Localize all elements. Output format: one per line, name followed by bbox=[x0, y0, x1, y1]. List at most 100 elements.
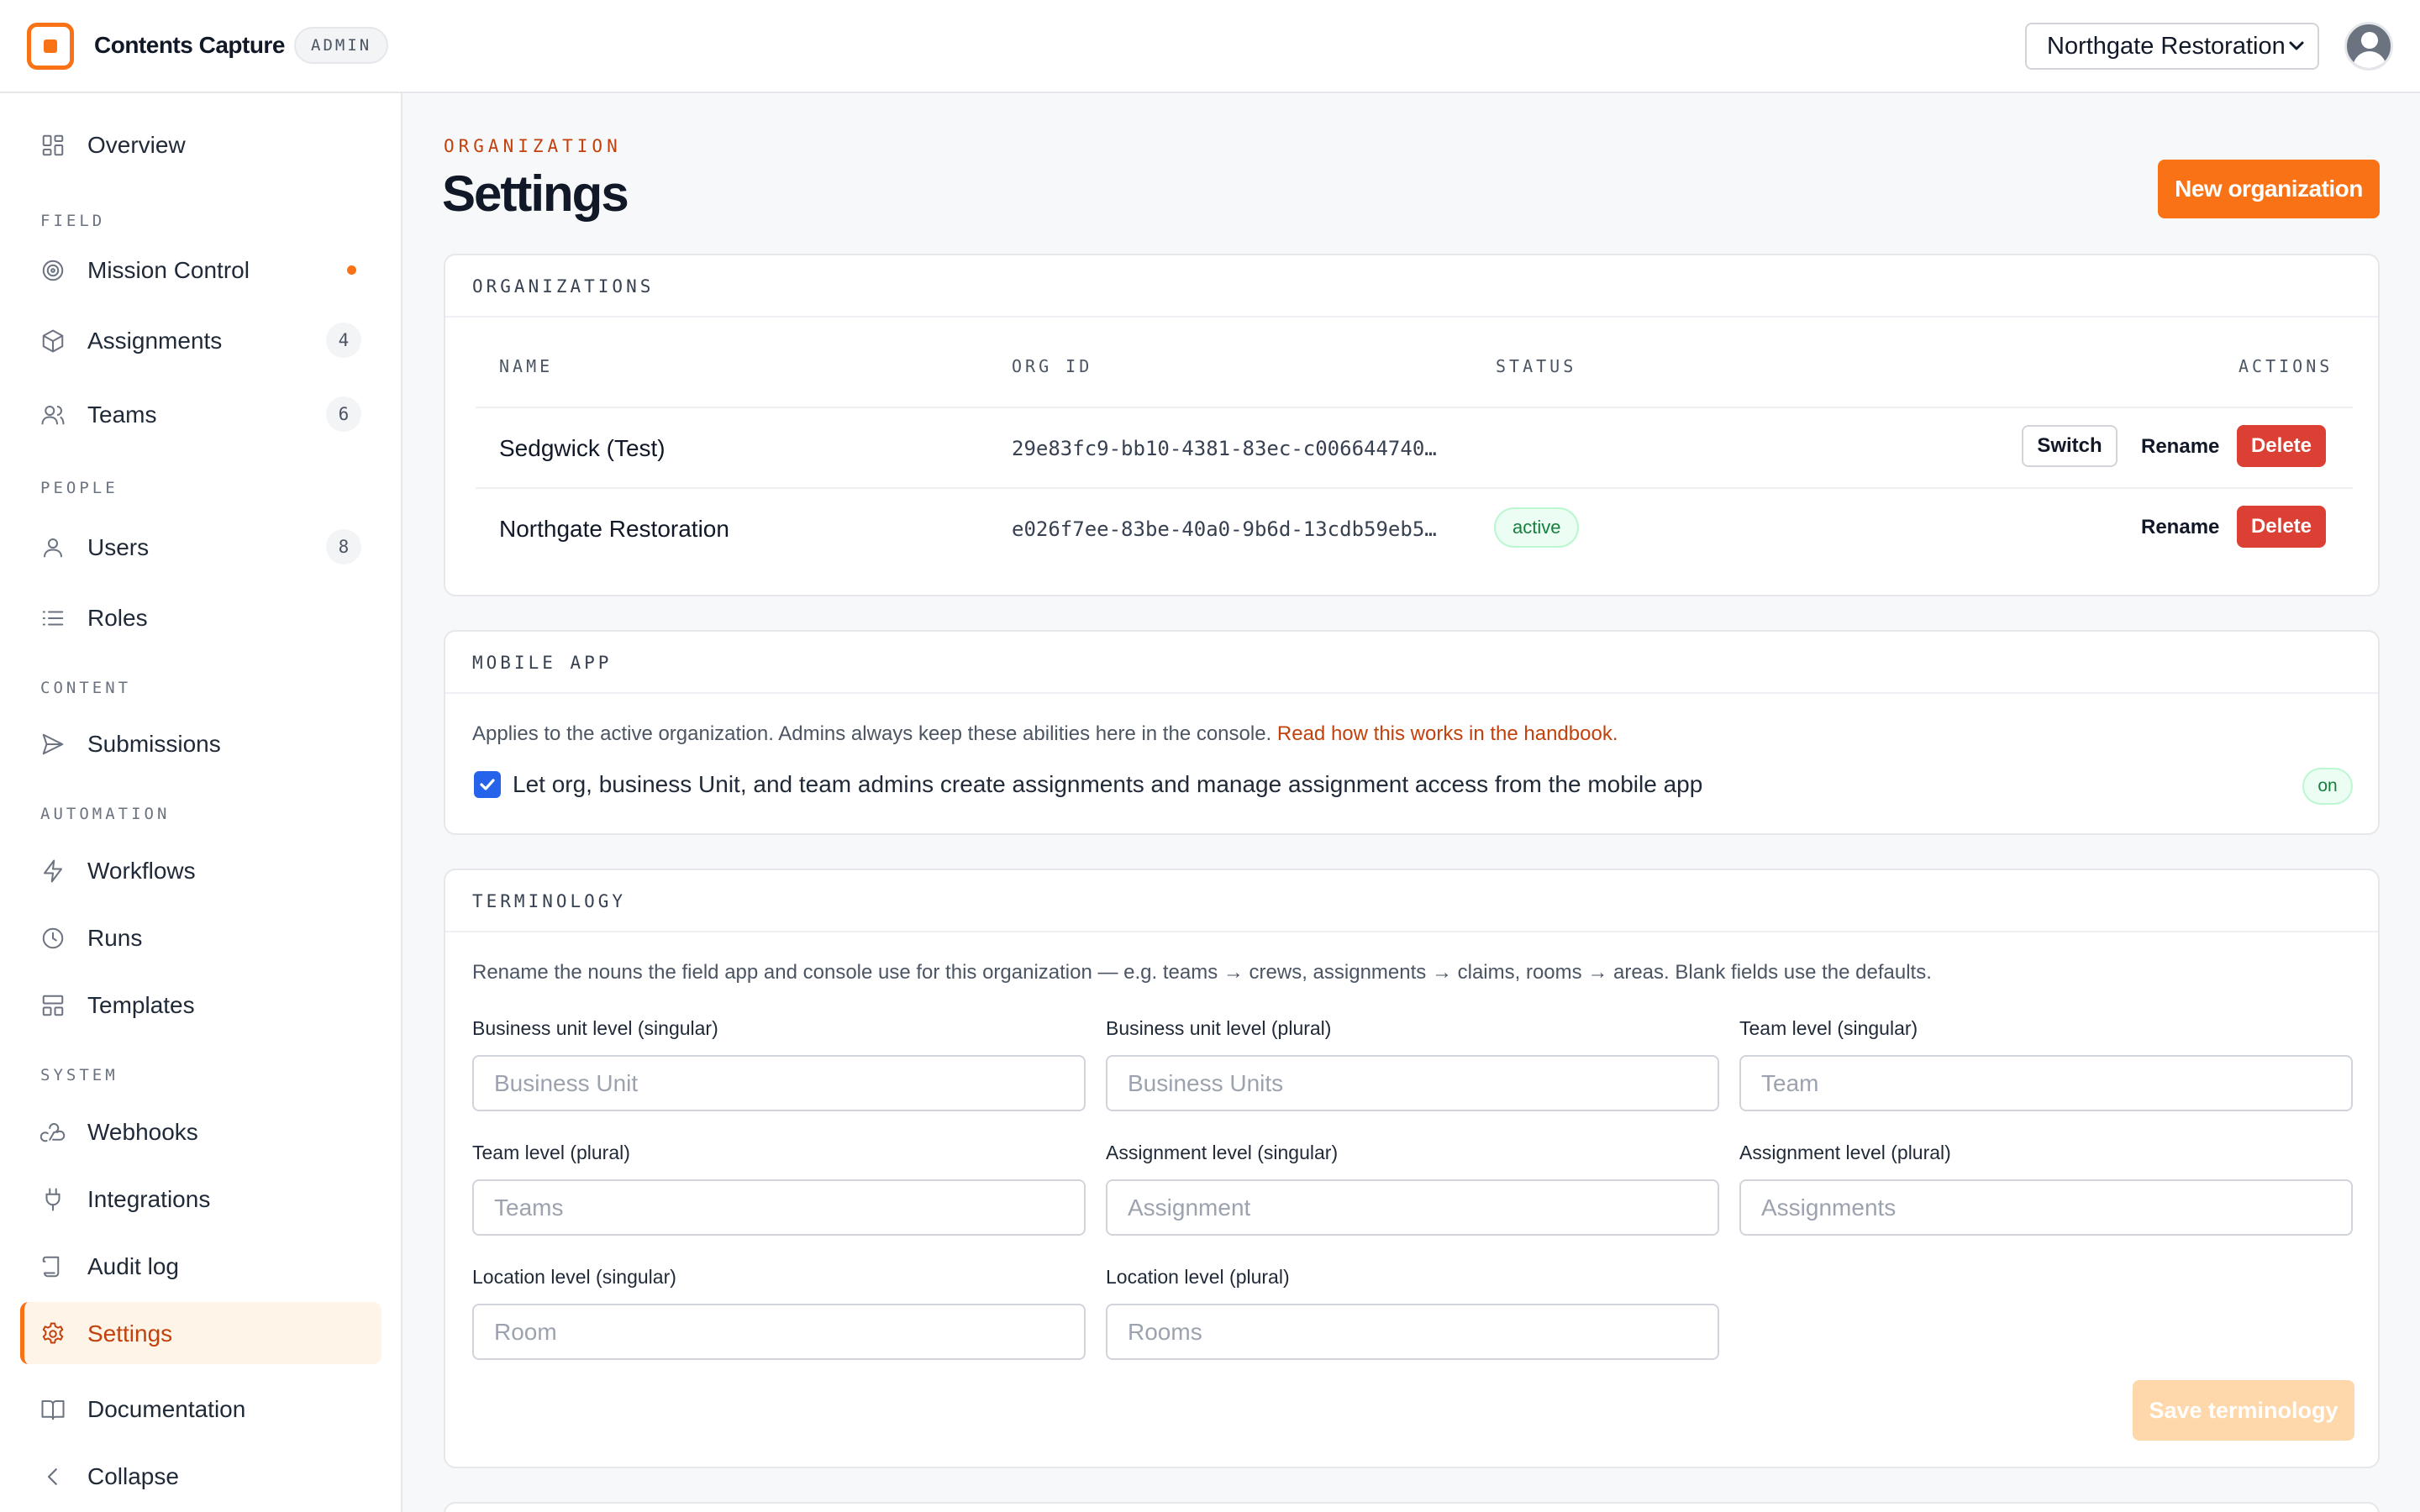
sidebar-item-label: Submissions bbox=[87, 731, 221, 757]
sidebar-item-label: Webhooks bbox=[87, 1119, 198, 1145]
sidebar-item-label: Audit log bbox=[87, 1253, 179, 1279]
sidebar-item-workflows[interactable]: Workflows bbox=[20, 839, 381, 901]
organizations-card: ORGANIZATIONS NAME ORG ID STATUS ACTIONS… bbox=[444, 254, 2380, 596]
field-label: Team level (singular) bbox=[1739, 1017, 1918, 1039]
card-heading: TERMINOLOGY bbox=[445, 870, 2378, 932]
sidebar-item-runs[interactable]: Runs bbox=[20, 906, 381, 969]
sidebar-item-label: Mission Control bbox=[87, 257, 250, 283]
location-singular-input[interactable] bbox=[472, 1304, 1086, 1360]
sidebar-item-roles[interactable]: Roles bbox=[20, 586, 381, 648]
sidebar-item-label: Integrations bbox=[87, 1186, 211, 1212]
section-heading-system: SYSTEM bbox=[40, 1066, 118, 1084]
field-label: Business unit level (singular) bbox=[472, 1017, 718, 1039]
count-badge: 8 bbox=[326, 529, 361, 564]
business-unit-singular-input[interactable] bbox=[472, 1055, 1086, 1111]
page-title: Settings bbox=[442, 165, 629, 222]
field-label: Business unit level (plural) bbox=[1106, 1017, 1332, 1039]
sidebar-item-webhooks[interactable]: Webhooks bbox=[20, 1100, 381, 1163]
assignment-plural-input[interactable] bbox=[1739, 1179, 2353, 1236]
list-icon bbox=[40, 606, 66, 631]
app-name: Contents Capture bbox=[94, 32, 285, 58]
save-terminology-button[interactable]: Save terminology bbox=[2133, 1380, 2354, 1441]
target-icon bbox=[40, 258, 66, 283]
switch-button[interactable]: Switch bbox=[2022, 425, 2118, 467]
mobile-app-card: MOBILE APP Applies to the active organiz… bbox=[444, 630, 2380, 835]
description-text: Applies to the active organization. Admi… bbox=[472, 722, 1272, 745]
location-plural-input[interactable] bbox=[1106, 1304, 1719, 1360]
status-badge: on bbox=[2302, 768, 2353, 805]
role-badge: ADMIN bbox=[294, 27, 389, 64]
assignment-singular-input[interactable] bbox=[1106, 1179, 1719, 1236]
field-label: Assignment level (singular) bbox=[1106, 1142, 1339, 1163]
sidebar-item-overview[interactable]: Overview bbox=[20, 113, 381, 176]
users-icon bbox=[40, 402, 66, 428]
cube-icon bbox=[40, 328, 66, 354]
sidebar-item-documentation[interactable]: Documentation bbox=[20, 1378, 381, 1440]
sidebar-item-label: Overview bbox=[87, 132, 186, 158]
team-plural-input[interactable] bbox=[472, 1179, 1086, 1236]
sidebar-item-settings[interactable]: Settings bbox=[20, 1302, 381, 1364]
new-organization-button[interactable]: New organization bbox=[2158, 160, 2380, 218]
sidebar: Overview FIELD Mission Control Assignmen… bbox=[0, 93, 402, 1512]
sidebar-item-users[interactable]: Users 8 bbox=[20, 516, 381, 578]
sidebar-item-label: Assignments bbox=[87, 328, 223, 354]
team-singular-input[interactable] bbox=[1739, 1055, 2353, 1111]
column-header-org-id: ORG ID bbox=[1012, 356, 1093, 376]
section-heading-content: CONTENT bbox=[40, 679, 132, 697]
sidebar-item-label: Runs bbox=[87, 925, 143, 951]
sidebar-item-templates[interactable]: Templates bbox=[20, 974, 381, 1036]
sidebar-item-label: Roles bbox=[87, 605, 148, 631]
user-avatar[interactable] bbox=[2344, 22, 2393, 71]
org-selector[interactable]: Northgate Restoration bbox=[2025, 23, 2319, 70]
count-badge: 6 bbox=[326, 396, 361, 432]
scroll-icon bbox=[40, 1254, 66, 1279]
rename-button[interactable]: Rename bbox=[2141, 516, 2219, 539]
field-label: Assignment level (plural) bbox=[1739, 1142, 1951, 1163]
sidebar-item-label: Workflows bbox=[87, 858, 196, 884]
field-label: Location level (singular) bbox=[472, 1266, 676, 1288]
sidebar-item-label: Teams bbox=[87, 402, 157, 428]
org-id: 29e83fc9-bb10-4381-83ec-c006644740… bbox=[1012, 437, 1437, 460]
app-logo[interactable] bbox=[27, 23, 74, 70]
chevron-left-icon bbox=[40, 1464, 66, 1489]
org-name: Northgate Restoration bbox=[499, 516, 729, 542]
section-heading-field: FIELD bbox=[40, 212, 106, 230]
terminology-card: TERMINOLOGY Rename the nouns the field a… bbox=[444, 869, 2380, 1468]
status-badge: active bbox=[1494, 507, 1580, 548]
delete-button[interactable]: Delete bbox=[2237, 506, 2326, 548]
bolt-icon bbox=[40, 858, 66, 884]
sidebar-item-submissions[interactable]: Submissions bbox=[20, 712, 381, 774]
page-eyebrow: ORGANIZATION bbox=[444, 136, 622, 156]
sidebar-item-audit-log[interactable]: Audit log bbox=[20, 1235, 381, 1297]
card-heading: MOBILE APP bbox=[445, 632, 2378, 694]
webhook-icon bbox=[39, 1120, 66, 1145]
sidebar-item-assignments[interactable]: Assignments 4 bbox=[20, 309, 381, 371]
user-icon bbox=[40, 535, 66, 560]
handbook-link[interactable]: Read how this works in the handbook. bbox=[1277, 722, 1618, 745]
send-icon bbox=[40, 732, 66, 757]
next-card bbox=[444, 1502, 2380, 1512]
sidebar-item-teams[interactable]: Teams 6 bbox=[20, 383, 381, 445]
divider bbox=[476, 407, 2353, 408]
divider bbox=[476, 487, 2353, 489]
count-badge: 4 bbox=[326, 323, 361, 358]
sidebar-item-integrations[interactable]: Integrations bbox=[20, 1168, 381, 1230]
rename-button[interactable]: Rename bbox=[2141, 435, 2219, 459]
sidebar-item-label: Templates bbox=[87, 992, 195, 1018]
column-header-status: STATUS bbox=[1496, 356, 1577, 376]
section-heading-automation: AUTOMATION bbox=[40, 805, 171, 823]
notification-dot bbox=[347, 265, 356, 275]
book-icon bbox=[40, 1397, 66, 1422]
gear-icon bbox=[40, 1321, 66, 1347]
terminology-description: Rename the nouns the field app and conso… bbox=[472, 961, 1932, 984]
sidebar-collapse-button[interactable]: Collapse bbox=[20, 1445, 381, 1507]
sidebar-item-mission-control[interactable]: Mission Control bbox=[20, 239, 381, 301]
mobile-admin-checkbox[interactable] bbox=[474, 771, 501, 798]
sidebar-item-label: Documentation bbox=[87, 1396, 246, 1422]
delete-button[interactable]: Delete bbox=[2237, 425, 2326, 467]
mobile-admin-checkbox-label[interactable]: Let org, business Unit, and team admins … bbox=[513, 771, 1702, 798]
top-bar: Contents Capture ADMIN Northgate Restora… bbox=[0, 0, 2420, 93]
sidebar-item-label: Settings bbox=[87, 1320, 173, 1347]
mobile-app-description: Applies to the active organization. Admi… bbox=[472, 722, 1618, 746]
business-unit-plural-input[interactable] bbox=[1106, 1055, 1719, 1111]
